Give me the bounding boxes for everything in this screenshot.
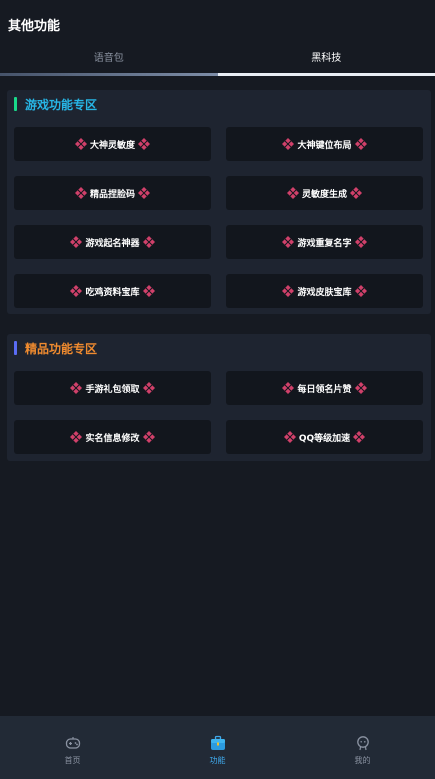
pink-diamond-icon <box>353 431 366 443</box>
pink-diamond-icon <box>74 187 87 199</box>
nav-profile[interactable]: 我的 <box>290 716 435 779</box>
button-label: 实名信息修改 <box>85 433 140 444</box>
section-title: 游戏功能专区 <box>25 97 98 112</box>
button-label: 游戏皮肤宝库 <box>297 287 352 298</box>
pink-diamond-icon <box>142 382 155 394</box>
button-label: 大神灵敏度 <box>89 140 135 151</box>
pink-diamond-icon <box>282 382 295 394</box>
tab-voice-pack[interactable]: 语音包 <box>0 48 218 76</box>
feature-button-real-name-edit[interactable]: 实名信息修改 <box>14 420 211 454</box>
button-label: 灵敏度生成 <box>301 189 347 200</box>
pink-diamond-icon <box>282 285 295 297</box>
feature-button-duplicate-name[interactable]: 游戏重复名字 <box>226 225 423 259</box>
section-header: 游戏功能专区 <box>14 97 98 112</box>
feature-button-qq-level-boost[interactable]: QQ等级加速 <box>226 420 423 454</box>
feature-grid: 大神灵敏度 大神键位布局 精品捏脸码 灵敏度生成 游戏起名神器 游戏重复名字 吃… <box>14 127 423 308</box>
bottom-navigation: 首页 功能 我的 <box>0 716 435 779</box>
toolbox-icon <box>210 735 225 750</box>
nav-label: 首页 <box>64 756 81 765</box>
pink-diamond-icon <box>354 382 367 394</box>
pink-diamond-icon <box>142 431 155 443</box>
section-accent-bar <box>14 341 17 355</box>
feature-button-god-key-layout[interactable]: 大神键位布局 <box>226 127 423 161</box>
button-label: QQ等级加速 <box>298 433 351 444</box>
feature-button-sensitivity-generator[interactable]: 灵敏度生成 <box>226 176 423 210</box>
page-title: 其他功能 <box>8 18 61 34</box>
pink-diamond-icon <box>138 187 150 199</box>
pink-diamond-icon <box>138 138 150 150</box>
pink-diamond-icon <box>74 138 87 150</box>
game-features-section: 游戏功能专区 大神灵敏度 大神键位布局 精品捏脸码 灵敏度生成 游戏起名神器 游… <box>7 90 431 314</box>
profile-icon <box>356 736 369 751</box>
nav-home[interactable]: 首页 <box>0 716 145 779</box>
pink-diamond-icon <box>283 431 296 443</box>
nav-label: 我的 <box>354 756 371 765</box>
feature-button-pubg-data-vault[interactable]: 吃鸡资料宝库 <box>14 274 211 308</box>
button-label: 每日领名片赞 <box>297 384 352 395</box>
section-title: 精品功能专区 <box>25 341 98 356</box>
feature-button-god-sensitivity[interactable]: 大神灵敏度 <box>14 127 211 161</box>
feature-button-card-likes[interactable]: 每日领名片赞 <box>226 371 423 405</box>
section-accent-bar <box>14 97 17 111</box>
button-label: 大神键位布局 <box>297 140 352 151</box>
pink-diamond-icon <box>142 236 155 248</box>
tab-track <box>0 73 218 76</box>
pink-diamond-icon <box>282 236 295 248</box>
app-screen: 其他功能 语音包 黑科技 游戏功能专区 大神灵敏度 大神键位布局 精品捏脸码 灵… <box>0 0 435 779</box>
tab-bar: 语音包 黑科技 <box>0 48 435 76</box>
top-bar: 其他功能 <box>0 0 435 48</box>
pink-diamond-icon <box>286 187 299 199</box>
pink-diamond-icon <box>70 431 83 443</box>
pink-diamond-icon <box>282 138 295 150</box>
feature-button-gift-pack[interactable]: 手游礼包领取 <box>14 371 211 405</box>
pink-diamond-icon <box>354 138 367 150</box>
pink-diamond-icon <box>354 236 367 248</box>
feature-button-face-code[interactable]: 精品捏脸码 <box>14 176 211 210</box>
pink-diamond-icon <box>70 285 83 297</box>
button-label: 吃鸡资料宝库 <box>85 287 140 298</box>
nav-label: 功能 <box>209 756 226 765</box>
pink-diamond-icon <box>354 285 367 297</box>
premium-features-section: 精品功能专区 手游礼包领取 每日领名片赞 实名信息修改 QQ等级加速 <box>7 334 431 461</box>
feature-button-skin-vault[interactable]: 游戏皮肤宝库 <box>226 274 423 308</box>
pink-diamond-icon <box>70 236 83 248</box>
section-header: 精品功能专区 <box>14 341 98 356</box>
pink-diamond-icon <box>70 382 83 394</box>
pink-diamond-icon <box>142 285 155 297</box>
feature-button-name-generator[interactable]: 游戏起名神器 <box>14 225 211 259</box>
button-label: 游戏重复名字 <box>297 238 352 249</box>
pink-diamond-icon <box>350 187 362 199</box>
gamepad-icon <box>65 737 80 749</box>
button-label: 精品捏脸码 <box>89 189 135 200</box>
feature-grid: 手游礼包领取 每日领名片赞 实名信息修改 QQ等级加速 <box>14 371 423 454</box>
nav-functions[interactable]: 功能 <box>145 716 290 779</box>
tab-black-tech[interactable]: 黑科技 <box>218 48 435 76</box>
tab-active-indicator <box>218 73 435 76</box>
button-label: 游戏起名神器 <box>85 238 140 249</box>
button-label: 手游礼包领取 <box>85 384 140 395</box>
